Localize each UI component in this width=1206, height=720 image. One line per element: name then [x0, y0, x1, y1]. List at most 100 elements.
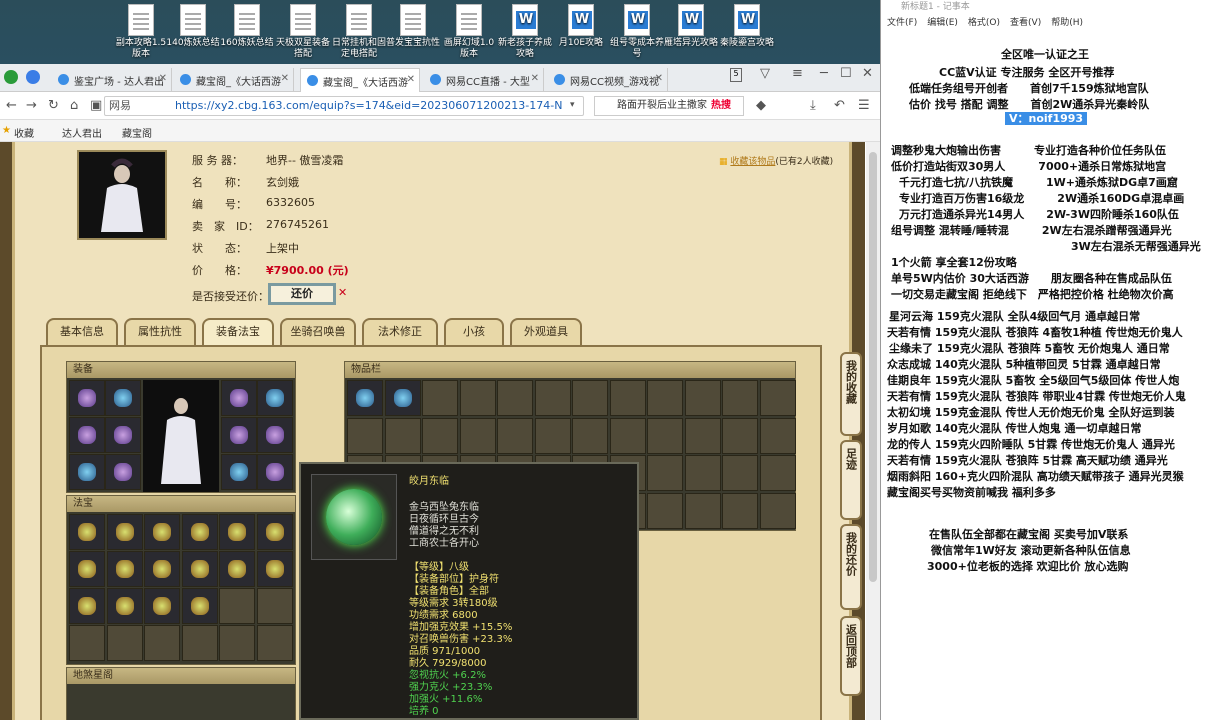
fabao-slot[interactable]	[256, 588, 293, 624]
browser-logo-icon[interactable]	[4, 70, 18, 84]
equip-slot[interactable]	[221, 417, 257, 453]
browser-tab[interactable]: 藏宝阁_《大话西游 ✕	[300, 68, 420, 92]
inventory-slot[interactable]	[347, 417, 383, 454]
desktop-icon[interactable]: 普发宝宝抗性	[384, 4, 442, 49]
scrollbar-thumb[interactable]	[869, 152, 877, 582]
fabao-slot[interactable]	[69, 588, 105, 624]
undo-icon[interactable]: ↶	[834, 98, 845, 113]
minimize-button[interactable]: ─	[820, 66, 828, 81]
inventory-slot[interactable]	[647, 492, 683, 529]
inventory-slot[interactable]	[684, 417, 721, 454]
page-scrollbar[interactable]	[866, 142, 880, 720]
equip-slot[interactable]	[257, 380, 293, 416]
back-icon[interactable]: ←	[6, 98, 17, 113]
inventory-slot[interactable]	[722, 455, 758, 491]
equip-slot[interactable]	[257, 454, 293, 490]
inventory-slot[interactable]	[759, 417, 796, 454]
inventory-slot[interactable]	[459, 380, 496, 416]
bookmark-star-icon[interactable]: ★	[2, 125, 11, 136]
equip-slot[interactable]	[221, 380, 257, 416]
download-icon[interactable]: ⤓	[810, 98, 816, 113]
desktop-icon[interactable]: 日常挂机和固定电搭配	[330, 4, 388, 60]
fabao-slot[interactable]	[181, 514, 218, 550]
bookmark-daren[interactable]: 达人君出	[62, 125, 102, 140]
fabao-slot[interactable]	[181, 551, 218, 587]
tab-list-icon[interactable]: 5	[730, 68, 742, 82]
inventory-slot[interactable]	[534, 417, 571, 454]
inventory-slot[interactable]	[384, 417, 421, 454]
desktop-icon[interactable]: 月10E攻略	[552, 4, 610, 49]
fabao-slot[interactable]	[106, 551, 143, 587]
inventory-slot[interactable]	[684, 492, 721, 529]
desktop-icon[interactable]: 雁塔异光攻略	[662, 4, 720, 49]
forward-icon[interactable]: →	[26, 98, 37, 113]
desktop-icon[interactable]: 画屏幻域1.0版本	[440, 4, 498, 60]
equip-slot[interactable]	[105, 380, 141, 416]
equip-slot[interactable]	[69, 417, 105, 453]
fabao-slot[interactable]	[69, 551, 105, 587]
tab-2[interactable]: 装备法宝	[202, 318, 274, 346]
fabao-slot[interactable]	[106, 588, 143, 624]
skin-icon[interactable]: ▽	[760, 66, 770, 81]
browser-tab[interactable]: 网易CC视频_游戏视 ✕	[548, 68, 668, 92]
more-icon[interactable]: ☰	[858, 98, 870, 113]
fabao-slot[interactable]	[69, 514, 105, 550]
browser-tab[interactable]: 藏宝阁_《大话西游 ✕	[174, 68, 294, 92]
desktop-icon[interactable]: 组号零成本养号	[608, 4, 666, 60]
inventory-slot[interactable]	[609, 380, 646, 416]
tab-6[interactable]: 外观道具	[510, 318, 582, 346]
fabao-slot[interactable]	[256, 514, 293, 550]
notepad-menu-item[interactable]: 文件(F)	[887, 18, 917, 28]
home-icon[interactable]: ⌂	[70, 98, 78, 113]
inventory-slot[interactable]	[759, 455, 796, 491]
notepad-menu-item[interactable]: 帮助(H)	[1051, 18, 1083, 28]
fabao-slot[interactable]	[144, 588, 180, 624]
tab-4[interactable]: 法术修正	[362, 318, 438, 346]
maximize-button[interactable]: ☐	[840, 66, 852, 81]
inventory-slot[interactable]	[572, 417, 608, 454]
inventory-slot[interactable]	[722, 417, 758, 454]
fabao-slot[interactable]	[181, 588, 218, 624]
tab-close-icon[interactable]: ✕	[407, 74, 415, 85]
tab-close-icon[interactable]: ✕	[655, 73, 663, 84]
fabao-slot[interactable]	[256, 551, 293, 587]
fabao-slot[interactable]	[256, 625, 293, 661]
inventory-slot[interactable]	[609, 417, 646, 454]
tab-0[interactable]: 基本信息	[46, 318, 118, 346]
fabao-slot[interactable]	[144, 551, 180, 587]
inventory-slot[interactable]	[647, 417, 683, 454]
desktop-icon[interactable]: 副本攻略1.5版本	[112, 4, 170, 60]
fabao-slot[interactable]	[106, 625, 143, 661]
equip-slot[interactable]	[69, 380, 105, 416]
reload-icon[interactable]: ↻	[48, 98, 59, 113]
browser-tab[interactable]: 网易CC直播 - 大型 ✕	[424, 68, 544, 92]
desktop-icon[interactable]: 160炼妖总结	[218, 4, 276, 49]
inventory-slot[interactable]	[384, 380, 421, 416]
inventory-slot[interactable]	[759, 492, 796, 529]
desktop-icon[interactable]: 140炼妖总结	[164, 4, 222, 49]
fabao-slot[interactable]	[144, 625, 180, 661]
shield-icon[interactable]	[26, 70, 40, 84]
inventory-slot[interactable]	[647, 455, 683, 491]
side-nav-1[interactable]: 足迹	[840, 440, 862, 520]
fabao-slot[interactable]	[219, 625, 255, 661]
equip-slot[interactable]	[105, 417, 141, 453]
inventory-slot[interactable]	[684, 380, 721, 416]
fabao-slot[interactable]	[69, 625, 105, 661]
desktop-icon[interactable]: 秦陵鎏宫攻略	[718, 4, 776, 49]
equip-slot[interactable]	[221, 454, 257, 490]
equip-slot[interactable]	[105, 454, 141, 490]
side-nav-2[interactable]: 我的还价	[840, 524, 862, 610]
inventory-slot[interactable]	[759, 380, 796, 416]
fabao-slot[interactable]	[106, 514, 143, 550]
inventory-slot[interactable]	[722, 492, 758, 529]
inventory-slot[interactable]	[684, 455, 721, 491]
haggle-button[interactable]: 还价	[268, 283, 336, 305]
favorite-link[interactable]: 收藏该物品	[730, 157, 775, 167]
inventory-slot[interactable]	[347, 380, 383, 416]
dropdown-icon[interactable]: ▾	[570, 100, 575, 110]
notepad-menu-item[interactable]: 查看(V)	[1010, 18, 1041, 28]
wallet-icon[interactable]: ▣	[90, 98, 102, 113]
tab-1[interactable]: 属性抗性	[124, 318, 196, 346]
desktop-icon[interactable]: 新老孩子养成攻略	[496, 4, 554, 60]
